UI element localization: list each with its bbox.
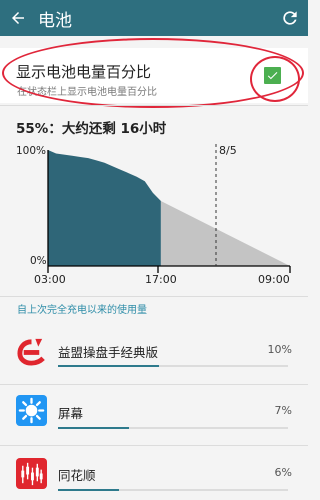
usage-bar-fill (58, 427, 129, 429)
battery-percentage-setting[interactable]: 显示电池电量百分比 在状态栏上显示电池电量百分比 (0, 48, 308, 103)
usage-item-name: 屏幕 (58, 406, 84, 421)
refresh-icon (283, 11, 297, 25)
usage-bar-fill (58, 489, 119, 491)
x-tick-label: 09:00 (258, 273, 290, 286)
app-bar: 电池 (0, 0, 308, 36)
divider (0, 296, 308, 297)
arrow-left-icon (12, 12, 24, 24)
y-tick-label: 0% (30, 255, 47, 267)
battery-history-chart: 8/5 100% 0% 03:00 17:00 09:00 (16, 144, 291, 286)
usage-item-percent: 10% (267, 343, 292, 356)
day-marker-label: 8/5 (219, 144, 237, 157)
x-tick-label: 17:00 (145, 273, 177, 286)
usage-item-percent: 6% (274, 466, 292, 479)
usage-bar-track (58, 427, 288, 429)
divider (0, 105, 308, 106)
projection-area (160, 201, 290, 266)
battery-status: 55%：大约还剩 16小时 (16, 121, 167, 137)
back-button[interactable] (0, 0, 36, 36)
usage-bar-fill (58, 365, 160, 367)
x-tick-label: 03:00 (34, 273, 66, 286)
usage-item-screen[interactable]: 屏幕 7% (0, 387, 308, 439)
usage-item-percent: 7% (274, 404, 292, 417)
refresh-button[interactable] (278, 6, 302, 30)
usage-bar-track (58, 365, 288, 367)
y-tick-label: 100% (16, 145, 46, 157)
usage-item-tonghuashun[interactable]: 同花顺 6% (0, 448, 308, 500)
setting-subtitle: 在状态栏上显示电池电量百分比 (17, 87, 157, 98)
page-title: 电池 (38, 10, 72, 31)
divider (0, 384, 308, 385)
divider (0, 445, 308, 446)
checkmark-icon (267, 72, 278, 80)
usage-bar-track (58, 489, 288, 491)
usage-item-name: 益盟操盘手经典版 (58, 345, 159, 360)
history-area (48, 150, 161, 266)
usage-section-header: 自上次完全充电以来的使用量 (17, 305, 147, 316)
tonghuashun-app-icon (16, 458, 47, 489)
setting-title: 显示电池电量百分比 (16, 63, 152, 81)
screen-brightness-icon (16, 395, 47, 426)
usage-item-emoney[interactable]: 益盟操盘手经典版 10% (0, 332, 308, 384)
emoney-app-icon (17, 338, 45, 366)
battery-percentage-checkbox[interactable] (264, 67, 281, 84)
usage-item-name: 同花顺 (58, 468, 96, 483)
